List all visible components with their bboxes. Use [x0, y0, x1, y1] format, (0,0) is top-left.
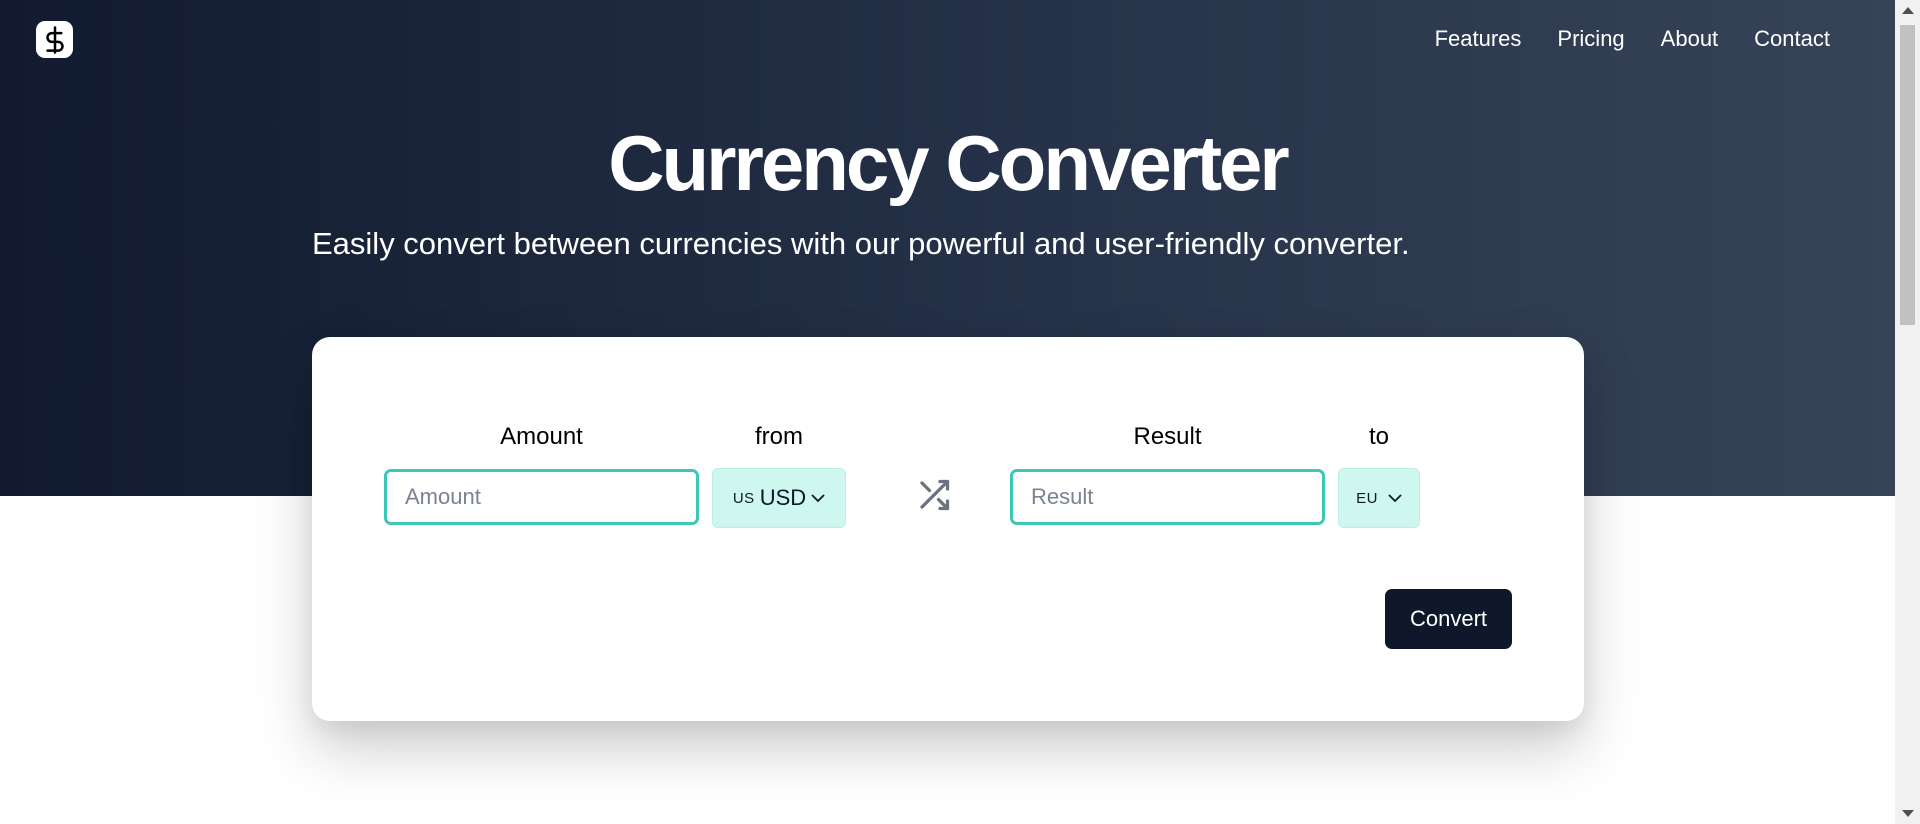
to-flag: EU — [1356, 489, 1378, 507]
nav-link-features[interactable]: Features — [1435, 26, 1522, 52]
from-currency-code: USD — [759, 485, 807, 510]
chevron-down-icon — [811, 493, 825, 502]
shuffle-icon[interactable] — [916, 477, 952, 513]
page-title: Currency Converter — [608, 119, 1290, 207]
from-flag: US — [732, 489, 755, 507]
scroll-down-arrow-icon[interactable] — [1902, 810, 1914, 817]
from-label: from — [755, 423, 803, 450]
page-subtitle: Easily convert between currencies with o… — [312, 226, 1410, 261]
page-scrollbar[interactable] — [1895, 0, 1920, 824]
result-label: Result — [1133, 423, 1202, 450]
nav-link-about[interactable]: About — [1661, 26, 1719, 52]
converter-card: Amount from US USD Result to EU Convert — [312, 337, 1584, 721]
to-label: to — [1368, 423, 1389, 450]
convert-button[interactable]: Convert — [1385, 589, 1512, 649]
nav-link-contact[interactable]: Contact — [1754, 26, 1830, 52]
dollar-icon[interactable] — [36, 21, 73, 58]
result-input[interactable] — [1010, 469, 1325, 525]
scroll-thumb[interactable] — [1900, 25, 1915, 325]
scroll-up-arrow-icon[interactable] — [1902, 7, 1914, 14]
chevron-down-icon — [1388, 493, 1402, 502]
to-currency-select[interactable]: EU — [1338, 468, 1420, 528]
amount-label: Amount — [500, 423, 583, 450]
top-nav: Features Pricing About Contact — [1435, 26, 1830, 52]
from-currency-select[interactable]: US USD — [712, 468, 846, 528]
amount-input[interactable] — [384, 469, 699, 525]
nav-link-pricing[interactable]: Pricing — [1557, 26, 1624, 52]
